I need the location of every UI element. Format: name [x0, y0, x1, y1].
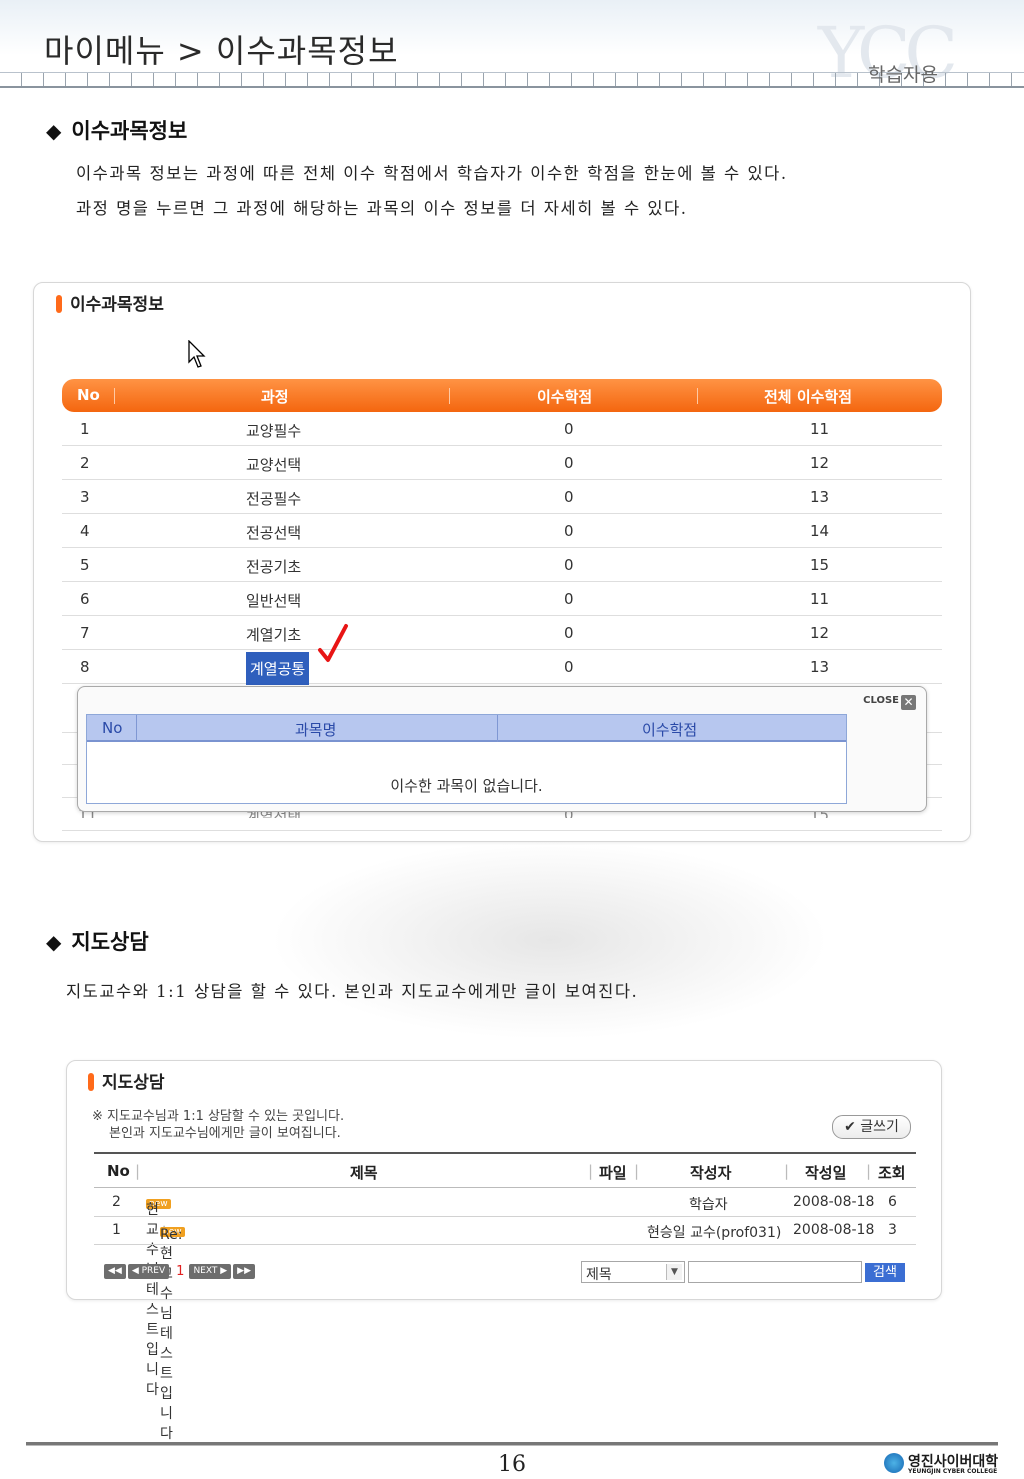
watermark — [270, 840, 830, 1040]
course-link[interactable]: 계열기초 — [246, 624, 301, 645]
close-icon: ✕ — [901, 695, 916, 710]
panel-title-counsel: 지도상담 — [88, 1068, 165, 1093]
col-subject: 과목명 — [295, 721, 337, 739]
section-heading-counsel: ◆ 지도상담 — [46, 929, 149, 954]
first-page-button[interactable]: ◀◀ — [104, 1264, 126, 1279]
audience-tag: 학습자용 — [868, 64, 938, 86]
course-link[interactable]: 교양선택 — [246, 454, 301, 475]
search-field-select[interactable]: 제목 ▼ — [581, 1261, 685, 1283]
col-separator — [449, 388, 450, 404]
col-total-credit: 전체 이수학점 — [764, 388, 853, 406]
checkmark-icon — [318, 624, 348, 662]
col-course: 과정 — [261, 388, 289, 406]
last-page-button[interactable]: ▶▶ — [233, 1264, 255, 1279]
course-link[interactable]: 일반선택 — [246, 590, 301, 611]
footer-divider — [26, 1442, 998, 1446]
section-heading-credits: ◆ 이수과목정보 — [46, 118, 188, 143]
section1-line-1: 이수과목 정보는 과정에 따른 전체 이수 학점에서 학습자가 이수한 학점을 … — [76, 164, 788, 183]
table-row: 7 계열기초 0 12 — [62, 616, 942, 650]
section1-line-2: 과정 명을 누르면 그 과정에 해당하는 과목의 이수 정보를 더 자세히 볼 … — [76, 199, 688, 218]
row-divider — [62, 830, 942, 831]
section2-line: 지도교수와 1:1 상담을 할 수 있다. 본인과 지도교수에게만 글이 보여진… — [66, 982, 639, 1001]
chevron-down-icon: ▼ — [666, 1264, 682, 1280]
col-no: No — [102, 719, 123, 737]
page-title: 마이메뉴 > 이수과목정보 — [44, 32, 399, 70]
course-link[interactable]: 전공필수 — [246, 488, 301, 509]
table-row: 3 전공필수 0 13 — [62, 480, 942, 514]
col-author: 작성자 — [690, 1164, 732, 1182]
board-header: No | 제목 | 파일 | 작성자 | 작성일 | 조회 — [94, 1152, 916, 1188]
next-page-button[interactable]: NEXT ▶ — [189, 1264, 232, 1279]
title-bar-icon — [56, 295, 62, 313]
table-row: 8 계열공통 0 13 — [62, 650, 942, 685]
course-link[interactable]: 전공기초 — [246, 556, 301, 577]
empty-message: 이수한 과목이 없습니다. — [390, 777, 543, 795]
table-row: 4 전공선택 0 14 — [62, 514, 942, 548]
subject-table: No 과목명 이수학점 이수한 과목이 없습니다. — [86, 714, 847, 804]
col-no: No — [107, 1162, 130, 1180]
table-row: 2 교양선택 0 12 — [62, 446, 942, 480]
pagination: ◀◀ ◀ PREV 1 NEXT ▶ ▶▶ — [104, 1264, 257, 1279]
subject-table-header: No 과목명 이수학점 — [87, 715, 846, 742]
col-title: 제목 — [350, 1164, 378, 1182]
current-page[interactable]: 1 — [176, 1264, 184, 1279]
col-views: 조회 — [878, 1164, 906, 1182]
close-button[interactable]: CLOSE ✕ — [863, 695, 916, 710]
col-separator — [697, 388, 698, 404]
credits-table-header: No 과정 이수학점 전체 이수학점 — [62, 379, 942, 412]
col-divider: | — [588, 1162, 594, 1180]
col-divider — [497, 715, 498, 742]
table-row: 1 └newRe:현교수님 테스트입니다 현승일 교수(prof031) 200… — [94, 1217, 916, 1442]
board-notice: ※ 지도교수님과 1:1 상담할 수 있는 곳입니다. 본인과 지도교수님에게만… — [92, 1109, 345, 1141]
mouse-cursor-icon — [188, 340, 206, 368]
table-row: 2 new현교수님 테스트입니다 학습자 2008-08-18 6 — [94, 1189, 916, 1398]
col-credit: 이수학점 — [537, 388, 593, 406]
col-divider: | — [784, 1162, 790, 1180]
col-credit: 이수학점 — [642, 721, 698, 739]
col-divider: | — [634, 1162, 640, 1180]
college-emblem-icon — [884, 1453, 904, 1473]
subject-popup: CLOSE ✕ No 과목명 이수학점 이수한 과목이 없습니다. — [77, 686, 927, 812]
write-button[interactable]: ✔ 글쓰기 — [832, 1115, 911, 1139]
col-no: No — [77, 386, 100, 404]
page-number: 16 — [498, 1452, 526, 1477]
table-row: 5 전공기초 0 15 — [62, 548, 942, 582]
panel-title-credits: 이수과목정보 — [56, 290, 164, 315]
diamond-bullet-icon: ◆ — [46, 930, 62, 954]
course-link[interactable]: 교양필수 — [246, 420, 301, 441]
prev-page-button[interactable]: ◀ PREV — [127, 1264, 170, 1279]
course-link[interactable]: 전공선택 — [246, 522, 301, 543]
col-file: 파일 — [599, 1164, 627, 1182]
col-date: 작성일 — [805, 1164, 847, 1182]
table-row: 6 일반선택 0 11 — [62, 582, 942, 616]
search-input[interactable] — [688, 1261, 862, 1283]
col-divider: | — [135, 1162, 141, 1180]
search-button[interactable]: 검색 — [865, 1263, 905, 1282]
title-bar-icon — [88, 1073, 94, 1091]
col-divider — [136, 715, 137, 742]
table-row: 1 교양필수 0 11 — [62, 412, 942, 446]
diamond-bullet-icon: ◆ — [46, 119, 62, 143]
col-separator — [114, 388, 115, 404]
page-header: YCC 마이메뉴 > 이수과목정보 학습자용 — [0, 0, 1024, 94]
col-divider: | — [866, 1162, 872, 1180]
course-link-selected[interactable]: 계열공통 — [246, 652, 310, 685]
